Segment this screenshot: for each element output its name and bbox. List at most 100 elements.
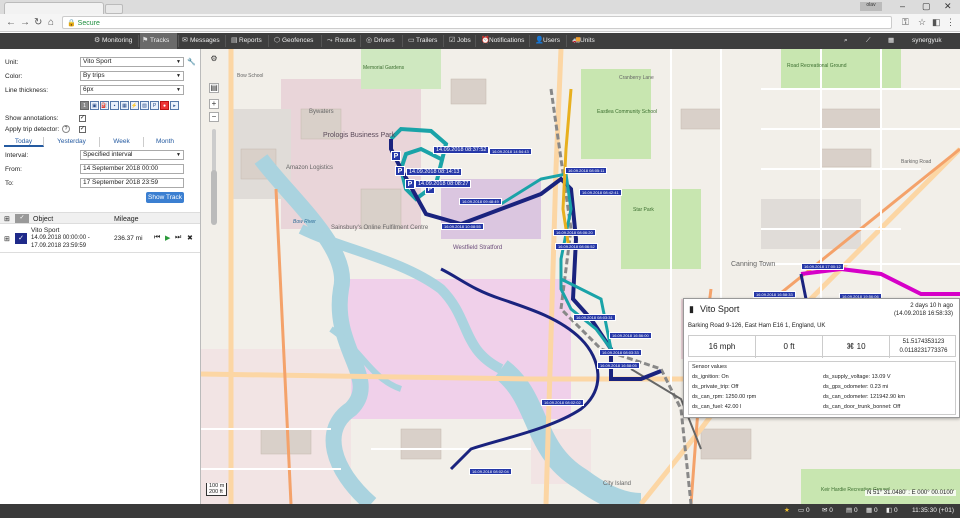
measure-icon[interactable]: ⟋: [864, 33, 871, 49]
tasks-counter[interactable]: ◧ 0: [886, 506, 898, 516]
track-annotation[interactable]: 16.09.2018 08:42:41: [579, 189, 622, 196]
parking-marker[interactable]: P: [391, 151, 401, 161]
track-visible-checkbox[interactable]: ✓: [15, 233, 27, 244]
wrench-icon[interactable]: 🔧: [187, 58, 196, 66]
track-annotation[interactable]: 16.09.2018 16:56:00: [609, 332, 652, 339]
track-annotation[interactable]: 16.09.2018 16:58:05: [597, 362, 640, 369]
option-speed-icon[interactable]: ⚡: [130, 101, 139, 110]
star-icon[interactable]: ☆: [918, 17, 926, 28]
nav-trailers[interactable]: ▭Trailers: [406, 33, 437, 49]
track-annotation[interactable]: 16.09.2018 08:05:11: [565, 167, 608, 174]
unit-select[interactable]: Vito Sport ▼: [80, 57, 184, 67]
extension-icon[interactable]: ◧: [932, 17, 941, 28]
envelope-icon: ✉: [822, 507, 828, 514]
forward-icon[interactable]: →: [20, 17, 30, 28]
option-one-icon[interactable]: 1: [80, 101, 89, 110]
nav-geofences[interactable]: ⬡ Geofences: [272, 33, 313, 49]
home-icon[interactable]: ⌂: [48, 17, 54, 28]
from-label: From:: [5, 166, 22, 173]
back-icon[interactable]: ←: [6, 17, 16, 28]
events-counter[interactable]: ▤ 0: [846, 506, 858, 516]
track-annotation[interactable]: 16.09.2018 10:08:55: [441, 223, 484, 230]
map-view[interactable]: Memorial Gardens Prologis Business Park …: [201, 49, 960, 504]
track-annotation[interactable]: 16.09.2018 08:06:52: [555, 243, 598, 250]
browser-profile-chip[interactable]: olav: [860, 2, 882, 11]
tools-icon[interactable]: ▦: [886, 33, 894, 49]
thickness-select[interactable]: 6px ▼: [80, 85, 184, 95]
select-all-checkbox[interactable]: ✓: [15, 214, 29, 223]
zoom-in-button[interactable]: +: [209, 99, 219, 109]
option-parking-icon[interactable]: P: [150, 101, 159, 110]
track-annotation[interactable]: 16.09.2018 08:03:33: [599, 349, 642, 356]
maximize-icon[interactable]: ▢: [922, 1, 931, 12]
trip-detector-checkbox[interactable]: ✓: [79, 126, 86, 133]
delete-track-icon[interactable]: ✖: [187, 234, 193, 242]
key-icon[interactable]: ⚿: [902, 17, 909, 28]
nav-messages[interactable]: ✉ Messages: [180, 33, 220, 49]
nav-reports[interactable]: ▤Reports: [229, 33, 262, 49]
search-icon[interactable]: ⌕: [842, 33, 848, 49]
close-icon[interactable]: ✕: [944, 1, 952, 12]
track-annotation[interactable]: 16.09.2018 17:00:12: [801, 263, 844, 270]
range-month[interactable]: Month: [144, 137, 186, 147]
option-photo-icon[interactable]: ▦: [120, 101, 129, 110]
to-input[interactable]: 17 September 2018 23:59: [80, 178, 184, 188]
expand-all-icon[interactable]: ⊞: [4, 215, 10, 223]
track-annotation[interactable]: 16.09.2018 09:48:49: [459, 198, 502, 205]
favorite-star-icon[interactable]: ★: [784, 506, 790, 516]
range-yesterday[interactable]: Yesterday: [44, 137, 100, 147]
track-annotation[interactable]: 16.09.2018 14:54:43: [489, 148, 532, 155]
nav-jobs[interactable]: ☑ Jobs: [447, 33, 471, 49]
parking-marker[interactable]: P: [405, 179, 415, 189]
track-annotation[interactable]: 16.09.2018 08:02:02: [541, 399, 584, 406]
nav-routes[interactable]: ⤳ Routes: [325, 33, 356, 49]
play-icon[interactable]: ▶: [165, 234, 170, 242]
track-annotation[interactable]: 14.09.2018 08:08:27: [415, 180, 472, 188]
option-alarm-icon[interactable]: ●: [160, 101, 169, 110]
alerts-counter[interactable]: ▦ 0: [866, 506, 878, 516]
new-tab-button[interactable]: [105, 4, 123, 14]
interval-select[interactable]: Specified interval ▼: [80, 150, 184, 160]
minimize-icon[interactable]: –: [900, 1, 905, 11]
expand-row-icon[interactable]: ⊞: [4, 235, 10, 243]
sidebar-scrollbar[interactable]: [211, 170, 217, 225]
browser-tab[interactable]: [4, 2, 104, 14]
show-track-button[interactable]: Show Track: [146, 192, 184, 203]
table-row[interactable]: ⊞ ✓ Vito Sport 14.09.2018 00:00:00 - 17.…: [0, 225, 200, 253]
track-annotation[interactable]: 16.09.2018 08:03:31: [573, 314, 616, 321]
reload-icon[interactable]: ↻: [34, 17, 42, 28]
option-stops-icon[interactable]: ▪: [110, 101, 119, 110]
option-fuel-icon[interactable]: ⛽: [100, 101, 109, 110]
option-more-icon[interactable]: ▸: [170, 101, 179, 110]
nav-units[interactable]: 🚚Units: [570, 33, 595, 49]
annotations-checkbox[interactable]: ✓: [79, 115, 86, 122]
nav-drivers[interactable]: ◎ Drivers: [364, 33, 395, 49]
menu-icon[interactable]: ⋮: [946, 17, 955, 28]
from-input[interactable]: 14 September 2018 00:00: [80, 164, 184, 174]
color-select[interactable]: By trips ▼: [80, 71, 184, 81]
nav-monitoring[interactable]: ⚙ Monitoring: [92, 33, 132, 49]
help-icon[interactable]: ?: [62, 125, 70, 133]
range-week[interactable]: Week: [100, 137, 144, 147]
zoom-out-button[interactable]: −: [209, 112, 219, 122]
option-image-icon[interactable]: ▧: [140, 101, 149, 110]
messages-counter[interactable]: ✉ 0: [822, 506, 833, 516]
forward-end-icon[interactable]: ⏭: [175, 234, 181, 242]
nav-notifications[interactable]: ⏰Notifications: [479, 33, 524, 49]
parking-marker[interactable]: P: [395, 166, 405, 176]
track-annotation[interactable]: 14.09.2018 08:14:13: [406, 168, 463, 176]
range-today[interactable]: Today: [4, 137, 44, 147]
map-settings-icon[interactable]: ⚙: [209, 55, 219, 65]
layers-icon[interactable]: ▤: [209, 83, 219, 93]
track-annotation[interactable]: 16.09.2018 08:02:04: [469, 468, 512, 475]
nav-tracks[interactable]: ⚑ Tracks: [140, 33, 177, 49]
user-menu[interactable]: synergyuk: [912, 33, 942, 49]
nav-users[interactable]: 👤Users: [533, 33, 560, 49]
track-annotation[interactable]: 16.09.2018 08:06:20: [553, 229, 596, 236]
rewind-icon[interactable]: ⏮: [154, 234, 160, 242]
units-counter[interactable]: ▭ 0: [798, 506, 810, 516]
url-input[interactable]: 🔒 Secure: [62, 16, 892, 29]
option-events-icon[interactable]: ▣: [90, 101, 99, 110]
track-annotation[interactable]: 16.09.2018 16:58:33: [753, 291, 796, 298]
track-annotation[interactable]: 14.09.2018 08:37:52: [433, 146, 490, 154]
